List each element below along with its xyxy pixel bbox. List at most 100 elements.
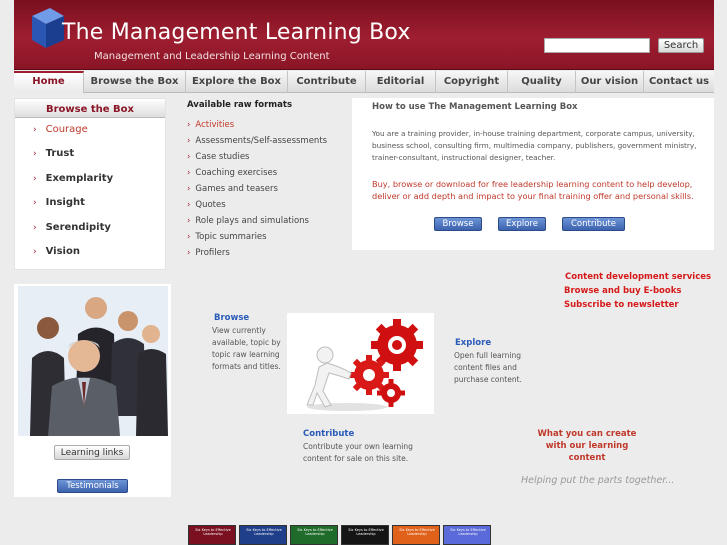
sidebar-item-label: Vision [45,246,80,257]
sidebar-item-trust[interactable]: › Trust [33,148,74,159]
chevron-right-icon: › [187,232,191,242]
contribute-description: Contribute your own learning content for… [303,442,413,463]
ebook-cover[interactable]: Six Keys to Effective Leadership [443,525,491,545]
browse-link[interactable]: Browse [214,313,249,323]
format-label: Profilers [195,248,230,258]
chevron-right-icon: › [33,149,37,159]
ebook-cover[interactable]: Six Keys to Effective Leadership [188,525,236,545]
browse-description: View currently available, topic by topic… [212,326,281,371]
chevron-right-icon: › [33,125,37,135]
format-item-role-plays[interactable]: › Role plays and simulations [187,216,309,226]
site-tagline: Management and Leadership Learning Conte… [94,51,330,62]
newsletter-link[interactable]: Subscribe to newsletter [564,300,679,310]
contribute-button[interactable]: Contribute [562,217,625,231]
ebook-title: Six Keys to Effective Leadership [450,528,486,536]
page: The Management Learning Box Management a… [0,0,727,545]
nav-contact-us[interactable]: Contact us [644,71,714,93]
explore-button[interactable]: Explore [498,217,546,231]
create-with-content-link[interactable]: What you can create with our learning co… [527,428,647,464]
format-item-quotes[interactable]: › Quotes [187,200,226,210]
sidebar-item-courage[interactable]: › Courage [33,124,88,135]
site-title[interactable]: The Management Learning Box [62,20,411,45]
cube-logo-icon[interactable] [28,6,66,50]
sidebar-item-label: Exemplarity [45,173,114,184]
sidebar-item-serendipity[interactable]: › Serendipity [33,222,111,233]
chevron-right-icon: › [187,200,191,210]
ebook-title: Six Keys to Effective Leadership [246,528,282,536]
chevron-right-icon: › [187,152,191,162]
chevron-right-icon: › [187,248,191,258]
nav-explore-the-box[interactable]: Explore the Box [186,71,288,93]
nav-contribute[interactable]: Contribute [288,71,366,93]
ebook-title: Six Keys to Effective Leadership [195,528,231,536]
ebook-cover[interactable]: Six Keys to Effective Leadership [239,525,287,545]
format-label: Activities [195,120,235,130]
ebooks-link[interactable]: Browse and buy E-books [564,286,681,296]
nav-quality[interactable]: Quality [508,71,576,93]
format-item-case-studies[interactable]: › Case studies [187,152,249,162]
sidebar-item-insight[interactable]: › Insight [33,197,85,208]
format-label: Assessments/Self-assessments [195,136,328,146]
search-button[interactable]: Search [658,38,704,53]
format-label: Quotes [195,200,226,210]
ebook-cover[interactable]: Six Keys to Effective Leadership [290,525,338,545]
chevron-right-icon: › [187,136,191,146]
format-item-assessments[interactable]: › Assessments/Self-assessments [187,136,327,146]
explore-link[interactable]: Explore [455,338,491,348]
ebook-cover[interactable]: Six Keys to Effective Leadership [392,525,440,545]
people-panel: Learning links Testimonials [14,284,171,497]
format-label: Role plays and simulations [195,216,309,226]
browse-sidebar: Browse the Box › Courage › Trust › Exemplar… [14,98,166,270]
format-label: Case studies [195,152,250,162]
chevron-right-icon: › [33,223,37,233]
howto-title: How to use The Management Learning Box [372,102,578,112]
learning-links-button[interactable]: Learning links [54,445,130,460]
ebook-title: Six Keys to Effective Leadership [399,528,435,536]
chevron-right-icon: › [187,120,191,130]
business-team-photo [18,286,168,436]
sidebar-item-label: Trust [45,148,75,159]
chevron-right-icon: › [187,184,191,194]
chevron-right-icon: › [187,216,191,226]
nav-editorial[interactable]: Editorial [366,71,436,93]
format-item-coaching[interactable]: › Coaching exercises [187,168,277,178]
format-item-activities[interactable]: › Activities [187,120,234,130]
testimonials-button[interactable]: Testimonials [57,479,128,493]
gears-illustration [287,313,434,414]
nav-home[interactable]: Home [14,71,84,93]
sidebar-item-label: Courage [45,124,88,135]
search-input[interactable] [544,38,650,53]
contribute-link[interactable]: Contribute [303,429,354,439]
howto-panel: How to use The Management Learning Box Y… [352,98,714,250]
format-item-topic-summaries[interactable]: › Topic summaries [187,232,267,242]
howto-description: You are a training provider, in-house tr… [372,129,697,162]
content-development-link[interactable]: Content development services [565,272,711,282]
browse-button[interactable]: Browse [434,217,482,231]
sidebar-item-vision[interactable]: › Vision [33,246,80,257]
format-label: Topic summaries [195,232,267,242]
format-label: Coaching exercises [195,168,278,178]
helping-tagline: Helping put the parts together... [521,475,675,486]
formats-title: Available raw formats [187,100,293,110]
chevron-right-icon: › [33,174,37,184]
format-item-games[interactable]: › Games and teasers [187,184,278,194]
chevron-right-icon: › [187,168,191,178]
chevron-right-icon: › [33,247,37,257]
howto-cta-text: Buy, browse or download for free leaders… [372,179,694,201]
ebook-title: Six Keys to Effective Leadership [297,528,333,536]
sidebar-item-label: Insight [45,197,85,208]
explore-description: Open full learning content files and pur… [454,351,522,384]
nav-copyright[interactable]: Copyright [436,71,508,93]
nav-browse-the-box[interactable]: Browse the Box [84,71,186,93]
site-header: The Management Learning Box Management a… [14,0,714,70]
sidebar-heading[interactable]: Browse the Box [15,101,165,118]
ebook-cover[interactable]: Six Keys to Effective Leadership [341,525,389,545]
main-nav: Home Browse the Box Explore the Box Cont… [14,71,714,93]
sidebar-item-exemplarity[interactable]: › Exemplarity [33,173,113,184]
format-item-profilers[interactable]: › Profilers [187,248,230,258]
nav-our-vision[interactable]: Our vision [576,71,644,93]
format-label: Games and teasers [195,184,278,194]
ebook-title: Six Keys to Effective Leadership [348,528,384,536]
sidebar-item-label: Serendipity [45,222,111,233]
chevron-right-icon: › [33,198,37,208]
